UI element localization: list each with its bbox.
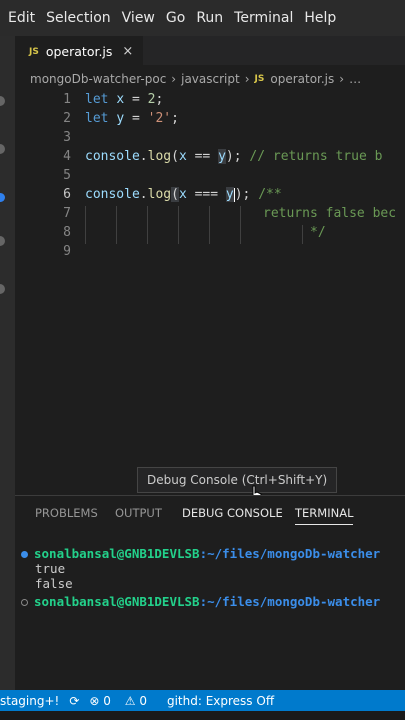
menu-selection[interactable]: Selection [46, 10, 111, 26]
chevron-right-icon: › [244, 72, 250, 86]
breadcrumb-file[interactable]: operator.js [270, 72, 334, 86]
menu-view[interactable]: View [122, 10, 155, 26]
run-debug-icon[interactable] [0, 236, 5, 246]
chevron-right-icon: › [171, 72, 177, 86]
sync-icon[interactable]: ⟳ [69, 694, 79, 708]
tab-operator-js[interactable]: JS operator.js × [15, 36, 143, 66]
line-number: 1 [63, 92, 71, 107]
extensions-icon[interactable] [0, 284, 5, 294]
indent-guide [302, 225, 303, 244]
indent-guide [85, 206, 86, 244]
javascript-file-icon: JS [254, 74, 265, 84]
terminal-line-2[interactable]: sonalbansal@GNB1DEVLSB:~/files/mongoDb-w… [15, 594, 380, 609]
command-success-icon [21, 551, 28, 558]
editor-tab-bar: JS operator.js × [15, 36, 405, 66]
code-line-8: */ [310, 225, 326, 240]
line-number: 9 [63, 244, 71, 259]
bottom-panel: PROBLEMS OUTPUT DEBUG CONSOLE TERMINAL s… [15, 495, 405, 691]
search-icon[interactable] [0, 144, 5, 154]
debug-console-tooltip: Debug Console (Ctrl+Shift+Y) [137, 467, 338, 493]
code-editor[interactable]: 1 2 3 4 5 6 7 8 9 let x = 2; let y = '2'… [15, 90, 405, 490]
tab-terminal[interactable]: TERMINAL [295, 506, 354, 525]
javascript-file-icon: JS [29, 46, 39, 57]
tab-problems[interactable]: PROBLEMS [35, 506, 98, 520]
tab-output[interactable]: OUTPUT [115, 506, 162, 520]
line-number: 2 [63, 111, 71, 126]
status-extension[interactable]: githd: Express Off [167, 694, 274, 708]
status-errors: 0 [103, 693, 111, 708]
chevron-right-icon: › [339, 72, 345, 86]
menu-terminal[interactable]: Terminal [234, 10, 293, 26]
breadcrumb-subfolder[interactable]: javascript [181, 72, 240, 86]
terminal-output-true: true [35, 561, 66, 576]
close-icon[interactable]: × [122, 44, 133, 59]
code-line-7: returns false bec [263, 206, 397, 221]
terminal-output-false: false [35, 576, 73, 591]
menu-run[interactable]: Run [196, 10, 223, 26]
status-problems[interactable]: ⊗ 0 ⚠ 0 [89, 694, 157, 708]
line-number: 7 [63, 206, 71, 221]
indent-guide [116, 206, 117, 244]
code-line-1: let x = 2; [85, 92, 164, 107]
breadcrumb-folder[interactable]: mongoDb-watcher-poc [30, 72, 166, 86]
indent-guide [209, 206, 210, 244]
status-warnings: 0 [139, 693, 147, 708]
line-number: 5 [63, 168, 71, 183]
line-number: 3 [63, 130, 71, 145]
source-control-badge-icon[interactable] [0, 193, 5, 202]
breadcrumb: mongoDb-watcher-poc › javascript › JS op… [15, 68, 405, 90]
tab-debug-console[interactable]: DEBUG CONSOLE [182, 506, 283, 520]
menu-bar: Edit Selection View Go Run Terminal Help [0, 0, 405, 36]
activity-bar [0, 36, 15, 690]
bottom-edge [0, 711, 405, 720]
command-pending-icon [21, 599, 28, 606]
breadcrumb-more[interactable]: … [349, 72, 361, 86]
indent-guide [240, 206, 241, 244]
line-number: 4 [63, 149, 71, 164]
terminal-line-1: sonalbansal@GNB1DEVLSB:~/files/mongoDb-w… [15, 546, 380, 561]
code-line-4: console.log(x == y); // returns true b [85, 149, 383, 164]
tab-label: operator.js [45, 44, 113, 59]
menu-go[interactable]: Go [166, 10, 185, 26]
menu-help[interactable]: Help [304, 10, 336, 26]
code-line-2: let y = '2'; [85, 111, 179, 126]
explorer-icon[interactable] [0, 96, 5, 106]
indent-guide [178, 206, 179, 244]
indent-guide [147, 206, 148, 244]
menu-edit[interactable]: Edit [8, 10, 35, 26]
line-number: 8 [63, 225, 71, 240]
status-bar: staging+! ⟳ ⊗ 0 ⚠ 0 githd: Express Off [0, 690, 405, 711]
status-branch[interactable]: staging+! [0, 694, 59, 708]
line-number-active: 6 [63, 187, 71, 202]
code-line-6: console.log(x === y); /** [85, 187, 282, 202]
